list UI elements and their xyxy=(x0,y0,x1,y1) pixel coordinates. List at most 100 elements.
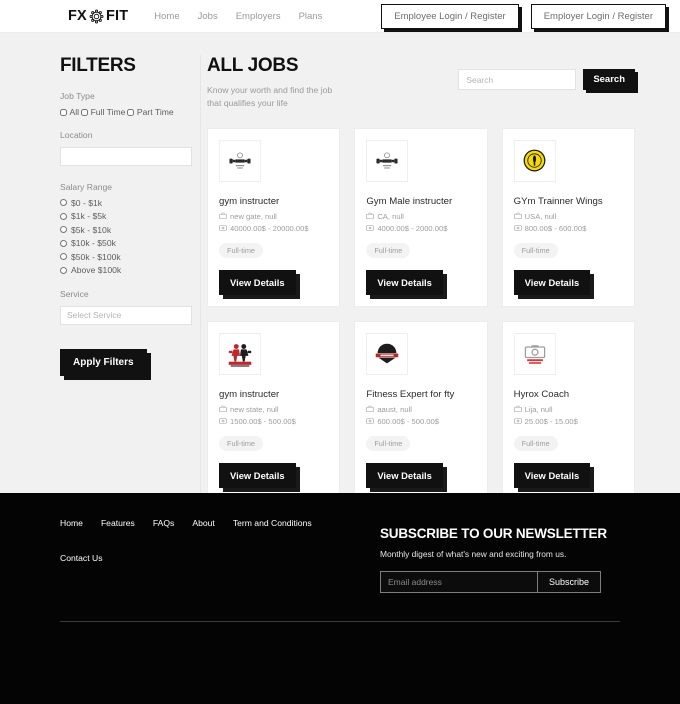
salary-option-50k-100k[interactable]: $50k - $100k xyxy=(60,252,190,262)
money-card-icon xyxy=(366,418,375,424)
footer-link-faqs[interactable]: FAQs xyxy=(153,518,175,528)
location-label: Location xyxy=(60,130,93,140)
briefcase-icon xyxy=(513,405,522,413)
footer-link-features[interactable]: Features xyxy=(101,518,135,528)
nav-item-plans[interactable]: Plans xyxy=(299,11,323,22)
job-salary: 40000.00$ - 20000.00$ xyxy=(219,224,328,233)
nav-item-home[interactable]: Home xyxy=(154,11,179,22)
job-location: new gate, null xyxy=(219,212,328,221)
job-location: Lija, null xyxy=(513,404,623,414)
job-title: Fitness Expert for fty xyxy=(366,388,455,400)
salary-radio-50k-100k[interactable] xyxy=(60,253,67,260)
salary-option-0-1k[interactable]: $0 - $1k xyxy=(60,198,190,208)
job-card[interactable]: Fitness Expert for fty aaust, null 600.0… xyxy=(354,320,488,500)
email-field[interactable] xyxy=(380,570,538,593)
company-logo xyxy=(219,139,261,182)
money-card-icon xyxy=(513,418,522,424)
job-type-part-time-checkbox[interactable] xyxy=(127,108,135,116)
job-location-text: CA, null xyxy=(377,211,404,221)
job-salary-text: 1500.00$ - 500.00$ xyxy=(230,416,296,426)
job-card[interactable]: gym instructer new gate, null 40000.00$ … xyxy=(207,127,341,307)
job-type-full-time[interactable]: Full Time xyxy=(81,107,125,117)
subscribe-button[interactable]: Subscribe xyxy=(538,570,602,593)
footer-links-group: Home Features FAQs About Term and Condit… xyxy=(60,518,380,593)
company-logo xyxy=(366,332,409,375)
job-title: GYm Trainner Wings xyxy=(513,195,603,207)
view-details-button[interactable]: View Details xyxy=(513,269,591,295)
job-card[interactable]: Gym Male instructer CA, null 4000.00$ - … xyxy=(354,127,488,307)
money-card-icon xyxy=(219,418,227,424)
salary-radio-0-1k[interactable] xyxy=(60,199,67,206)
job-type-tag: Full-time xyxy=(219,242,263,258)
gear-icon xyxy=(89,9,104,23)
salary-radio-10k-50k[interactable] xyxy=(60,239,67,247)
job-location-text: new state, null xyxy=(230,404,279,414)
newsletter-title: SUBSCRIBE TO OUR NEWSLETTER xyxy=(380,526,607,541)
job-title: Hyrox Coach xyxy=(513,388,570,400)
company-logo xyxy=(366,139,409,182)
dumbbell-icon xyxy=(229,152,251,169)
red-fitness-figure-icon xyxy=(225,339,255,368)
job-title: gym instructer xyxy=(219,388,280,400)
site-logo[interactable]: FX FIT xyxy=(68,8,128,25)
job-location-text: aaust, null xyxy=(377,404,412,414)
job-type-part-time[interactable]: Part Time xyxy=(127,107,174,117)
job-type-label: Job Type xyxy=(60,91,95,101)
job-salary-text: 40000.00$ - 20000.00$ xyxy=(230,223,309,233)
job-type-part-time-label: Part Time xyxy=(136,107,174,117)
job-type-all[interactable]: All xyxy=(60,107,79,117)
service-label: Service xyxy=(60,289,89,299)
salary-option-10k-50k[interactable]: $10k - $50k xyxy=(60,238,190,248)
job-salary: 1500.00$ - 500.00$ xyxy=(219,417,328,426)
logo-text-left: FX xyxy=(68,8,87,24)
job-type-tag: Full-time xyxy=(366,242,411,258)
salary-option-5k-10k[interactable]: $5k - $10k xyxy=(60,225,190,235)
view-details-button[interactable]: View Details xyxy=(366,269,443,295)
view-details-button[interactable]: View Details xyxy=(366,462,443,488)
apply-filters-button[interactable]: Apply Filters xyxy=(60,348,147,376)
job-card[interactable]: gym instructer new state, null 1500.00$ … xyxy=(207,320,341,500)
jobs-panel: ALL JOBS Know your worth and find the jo… xyxy=(200,55,680,500)
salary-radio-above-100k[interactable] xyxy=(60,266,67,274)
job-salary-text: 600.00$ - 500.00$ xyxy=(377,416,439,426)
job-type-full-time-checkbox[interactable] xyxy=(81,108,89,116)
footer-link-home[interactable]: Home xyxy=(60,518,83,528)
page-title: ALL JOBS xyxy=(207,55,299,76)
money-card-icon xyxy=(219,225,227,231)
job-type-all-checkbox[interactable] xyxy=(60,108,67,116)
job-location: CA, null xyxy=(366,212,475,221)
view-details-button[interactable]: View Details xyxy=(513,462,591,488)
dumbbell-icon xyxy=(376,152,398,169)
nav-item-employers[interactable]: Employers xyxy=(236,11,281,22)
salary-radio-5k-10k[interactable] xyxy=(60,226,67,233)
view-details-button[interactable]: View Details xyxy=(219,462,296,488)
company-logo xyxy=(219,332,261,375)
footer-link-about[interactable]: About xyxy=(192,518,214,528)
job-card[interactable]: Hyrox Coach Lija, null 25.00$ - 15.00$ F… xyxy=(501,320,635,500)
briefcase-icon xyxy=(366,212,375,220)
nav-item-jobs[interactable]: Jobs xyxy=(198,11,218,22)
employee-login-button[interactable]: Employee Login / Register xyxy=(381,3,519,29)
employer-login-button[interactable]: Employer Login / Register xyxy=(530,3,666,29)
job-salary: 800.00$ - 600.00$ xyxy=(513,224,623,233)
service-input[interactable] xyxy=(60,305,192,325)
page-root: FX FIT Home Jobs Employers Plans Employe… xyxy=(0,0,680,704)
job-type-tag: Full-time xyxy=(366,435,411,451)
briefcase-icon xyxy=(366,405,375,413)
job-card[interactable]: GYm Trainner Wings USA, null 800.00$ - 6… xyxy=(501,127,635,307)
salary-option-1k-5k[interactable]: $1k - $5k xyxy=(60,211,190,221)
view-details-button[interactable]: View Details xyxy=(219,269,296,295)
job-location-text: Lija, null xyxy=(524,404,553,414)
search-button[interactable]: Search xyxy=(583,69,635,90)
filters-panel: FILTERS Job Type All Full Time Part Time… xyxy=(0,55,200,493)
footer-link-terms[interactable]: Term and Conditions xyxy=(233,518,312,528)
footer-link-contact-us[interactable]: Contact Us xyxy=(60,553,103,563)
newsletter-form: Subscribe xyxy=(380,570,630,593)
location-input[interactable] xyxy=(60,146,192,166)
salary-option-above-100k[interactable]: Above $100k xyxy=(60,265,190,275)
salary-label-50k-100k: $50k - $100k xyxy=(71,251,121,262)
salary-radio-1k-5k[interactable] xyxy=(60,212,67,220)
search-input[interactable] xyxy=(458,69,577,90)
salary-label-1k-5k: $1k - $5k xyxy=(71,211,107,221)
job-title: Gym Male instructer xyxy=(366,195,453,207)
